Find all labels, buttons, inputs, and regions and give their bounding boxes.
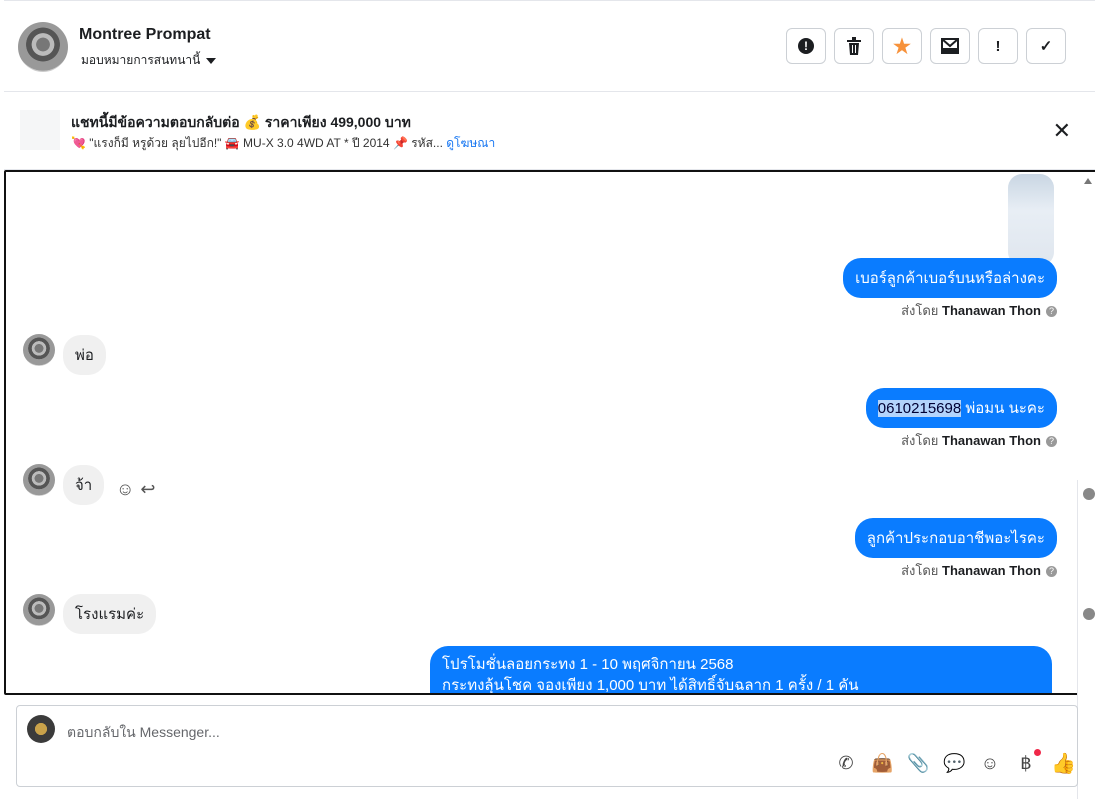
- check-icon: ✓: [1039, 38, 1053, 55]
- image-attachment[interactable]: [1008, 174, 1054, 266]
- side-avatar[interactable]: [1083, 608, 1095, 620]
- mark-unread-button[interactable]: [930, 28, 970, 64]
- message-thread[interactable]: เบอร์ลูกค้าเบอร์บนหรือล่างคะ ส่งโดย Than…: [4, 170, 1095, 695]
- sent-by-label: ส่งโดย Thanawan Thon?: [901, 430, 1057, 451]
- trash-icon: [847, 37, 861, 55]
- ad-banner: แชทนี้มีข้อความตอบกลับต่อ 💰 ราคาเพียง 49…: [4, 91, 1095, 170]
- trash-button[interactable]: [834, 28, 874, 64]
- attachment-icon[interactable]: 📎: [907, 753, 929, 774]
- composer-toolbar: ✆ 👜 📎 💬 ☺ ฿ 👍: [835, 749, 1076, 776]
- contact-avatar-small[interactable]: [23, 334, 55, 366]
- contact-avatar-small[interactable]: [23, 464, 55, 496]
- like-icon[interactable]: 👍: [1051, 751, 1076, 776]
- help-icon[interactable]: ?: [1046, 306, 1057, 318]
- close-icon[interactable]: ✕: [1053, 118, 1071, 144]
- help-icon[interactable]: ?: [1046, 566, 1057, 578]
- sent-by-label: ส่งโดย Thanawan Thon?: [901, 560, 1057, 581]
- page-avatar: [27, 715, 55, 743]
- message-outgoing-promo[interactable]: โปรโมชั่นลอยกระทง 1 - 10 พฤศจิกายน 2568 …: [430, 646, 1052, 694]
- ad-subtitle: 💘 "แรงก็มี หรูด้วย ลุยไปอีก!" 🚘 MU-X 3.0…: [71, 134, 495, 153]
- side-avatar[interactable]: [1083, 488, 1095, 500]
- alert-button[interactable]: !: [786, 28, 826, 64]
- sent-by-prefix: ส่งโดย: [901, 563, 939, 578]
- assign-conversation-dropdown[interactable]: มอบหมายการสนทนานี้: [81, 51, 217, 70]
- view-ad-link[interactable]: ดูโฆษณา: [446, 136, 495, 150]
- agent-name: Thanawan Thon: [942, 433, 1041, 448]
- notification-dot: [1034, 749, 1041, 756]
- payment-icon[interactable]: ฿: [1015, 749, 1041, 774]
- selected-text: 0610215698: [877, 400, 962, 417]
- assign-label: มอบหมายการสนทนานี้: [81, 53, 201, 67]
- agent-name: Thanawan Thon: [942, 563, 1041, 578]
- sent-by-prefix: ส่งโดย: [901, 433, 939, 448]
- help-icon[interactable]: ?: [1046, 436, 1057, 448]
- shopping-bag-icon[interactable]: 👜: [871, 753, 893, 774]
- conversation-header: Montree Prompat มอบหมายการสนทนานี้ ! ★ !…: [4, 0, 1095, 92]
- ad-subtitle-text: 💘 "แรงก็มี หรูด้วย ลุยไปอีก!" 🚘 MU-X 3.0…: [71, 136, 443, 150]
- header-actions: ! ★ ! ✓: [786, 28, 1066, 64]
- scroll-up-arrow-icon[interactable]: [1084, 178, 1092, 184]
- saved-reply-icon[interactable]: 💬: [943, 753, 965, 774]
- ad-thumbnail[interactable]: [20, 110, 60, 150]
- message-incoming[interactable]: จ้า: [63, 465, 105, 505]
- side-panel-edge: [1077, 480, 1095, 799]
- agent-name: Thanawan Thon: [942, 303, 1041, 318]
- reply-icon[interactable]: ↩: [140, 479, 155, 500]
- promo-line-1: โปรโมชั่นลอยกระทง 1 - 10 พฤศจิกายน 2568: [442, 656, 734, 673]
- message-text: พ่อมน นะคะ: [961, 400, 1045, 417]
- emoji-react-icon[interactable]: ☺: [116, 479, 134, 500]
- call-icon[interactable]: ✆: [835, 753, 857, 774]
- reply-input[interactable]: ตอบกลับใน Messenger...: [67, 722, 220, 744]
- done-button[interactable]: ✓: [1026, 28, 1066, 64]
- contact-avatar-small[interactable]: [23, 594, 55, 626]
- sent-by-label: ส่งโดย Thanawan Thon?: [901, 300, 1057, 321]
- message-outgoing[interactable]: เบอร์ลูกค้าเบอร์บนหรือล่างคะ: [843, 258, 1057, 298]
- promo-line-2: กระทงลุ้นโชค จองเพียง 1,000 บาท ได้สิทธิ…: [442, 677, 859, 694]
- envelope-icon: [941, 38, 959, 54]
- message-hover-actions: ☺ ↩: [116, 479, 155, 500]
- message-incoming[interactable]: พ่อ: [63, 335, 106, 375]
- message-composer: ตอบกลับใน Messenger... ✆ 👜 📎 💬 ☺ ฿ 👍: [16, 705, 1078, 787]
- alert-icon: !: [798, 38, 814, 54]
- star-button[interactable]: ★: [882, 28, 922, 64]
- chevron-down-icon: [206, 57, 217, 64]
- ad-title: แชทนี้มีข้อความตอบกลับต่อ 💰 ราคาเพียง 49…: [71, 114, 411, 130]
- contact-avatar[interactable]: [18, 22, 68, 72]
- star-icon: ★: [893, 35, 911, 58]
- message-outgoing[interactable]: 0610215698 พ่อมน นะคะ: [865, 388, 1057, 428]
- emoji-icon[interactable]: ☺: [979, 753, 1001, 774]
- exclamation-icon: !: [995, 37, 1001, 55]
- spam-button[interactable]: !: [978, 28, 1018, 64]
- message-incoming[interactable]: โรงแรมค่ะ: [63, 594, 157, 634]
- message-outgoing[interactable]: ลูกค้าประกอบอาชีพอะไรคะ: [854, 518, 1057, 558]
- contact-name[interactable]: Montree Prompat: [79, 26, 211, 44]
- sent-by-prefix: ส่งโดย: [901, 303, 939, 318]
